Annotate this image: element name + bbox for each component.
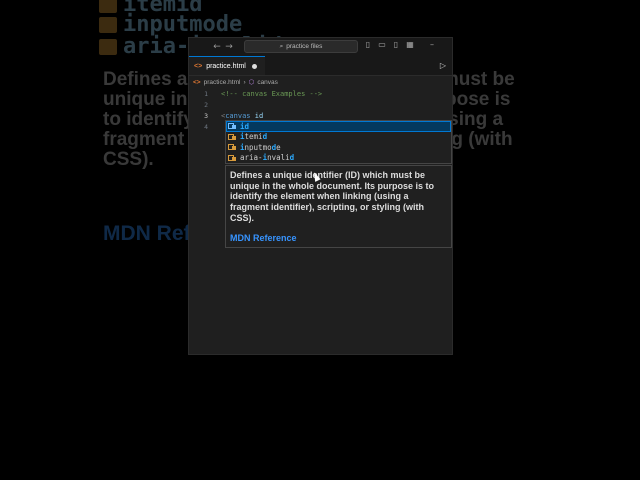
suggest-item-aria-invalid[interactable]: aria-invalid — [226, 153, 451, 164]
suggest-details-widget: Defines a unique identifier (ID) which m… — [225, 165, 452, 248]
run-icon[interactable]: ▷ — [440, 61, 446, 70]
tag-name: canvas — [225, 111, 251, 120]
suggest-item-itemid[interactable]: itemid — [226, 132, 451, 143]
tab-practice-html[interactable]: <> practice.html — [189, 56, 265, 75]
title-bar: ← → ⌕ practice files ▯ ▭ ▯ ▦ – — [189, 38, 452, 56]
chevron-right-icon: › — [243, 78, 246, 86]
attribute-name: id — [254, 111, 264, 120]
unsaved-dot-icon[interactable] — [251, 63, 257, 69]
line-number: 4 — [204, 122, 208, 131]
tab-label: practice.html — [206, 62, 246, 70]
field-icon — [228, 154, 237, 162]
breadcrumb: <> practice.html › ⬡ canvas — [189, 76, 452, 88]
customize-layout-icon[interactable]: ▦ — [403, 40, 417, 49]
suggest-item-id[interactable]: id — [226, 121, 451, 132]
command-center-search[interactable]: ⌕ practice files — [244, 40, 358, 53]
html-file-icon: <> — [193, 78, 201, 86]
doc-description: Defines a unique identifier (ID) which m… — [230, 170, 435, 223]
back-arrow-icon[interactable]: ← — [211, 42, 223, 52]
tab-bar: <> practice.html ▷ — [189, 56, 452, 76]
line-number: 1 — [204, 89, 208, 98]
suggest-widget: id itemid inputmode aria-invalid — [225, 120, 452, 164]
line-number: 2 — [204, 100, 208, 109]
element-cube-icon: ⬡ — [248, 79, 255, 86]
line-number: 3 — [204, 111, 208, 120]
comment-text: <!-- canvas Examples --> — [221, 89, 323, 98]
breadcrumb-file[interactable]: practice.html — [204, 79, 241, 86]
toggle-secondary-sidebar-icon[interactable]: ▯ — [389, 40, 403, 49]
html-file-icon: <> — [194, 62, 203, 70]
field-icon — [228, 122, 237, 130]
suggest-item-inputmode[interactable]: inputmode — [226, 142, 451, 153]
field-icon — [228, 133, 237, 141]
search-icon: ⌕ — [279, 42, 284, 50]
field-icon — [228, 143, 237, 151]
minimize-icon[interactable]: – — [425, 40, 439, 49]
forward-arrow-icon[interactable]: → — [223, 42, 235, 52]
mdn-reference-link[interactable]: MDN Reference — [230, 233, 447, 243]
toggle-panel-icon[interactable]: ▭ — [375, 40, 389, 49]
code-line: 2 — [189, 99, 452, 110]
code-line: 1 <!-- canvas Examples --> — [189, 88, 452, 99]
search-placeholder: practice files — [286, 43, 323, 50]
breadcrumb-element[interactable]: canvas — [257, 79, 278, 86]
toggle-primary-sidebar-icon[interactable]: ▯ — [361, 40, 375, 49]
